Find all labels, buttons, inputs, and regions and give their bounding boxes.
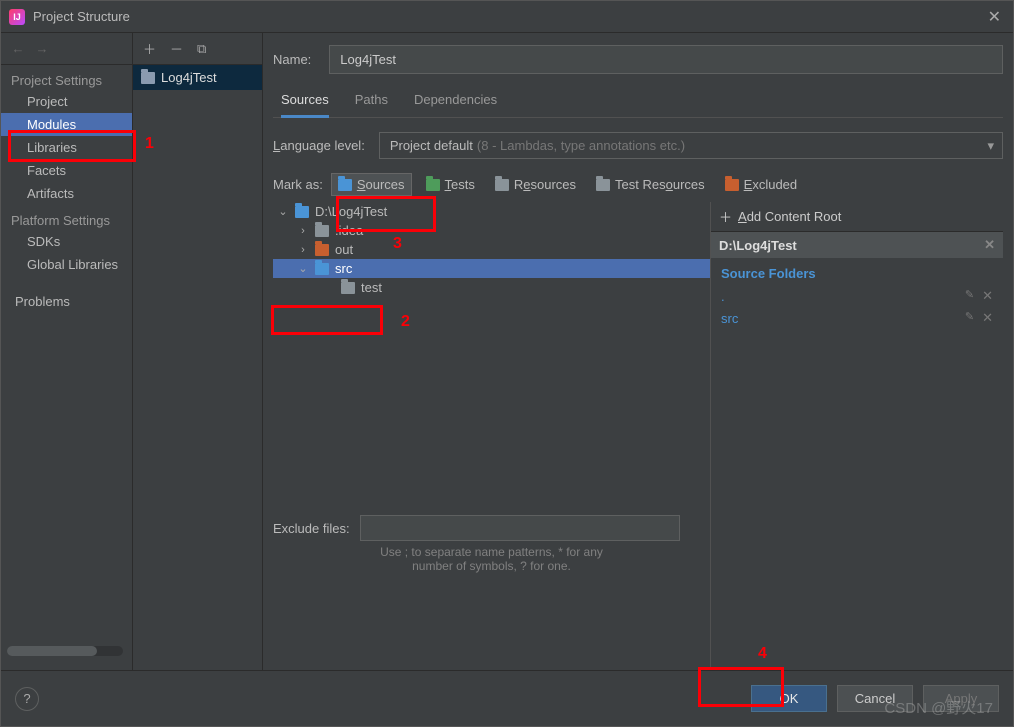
mark-test-resources-button[interactable]: Test Resources — [590, 174, 711, 195]
language-level-label: LLanguage level:anguage level: — [273, 138, 365, 153]
close-icon[interactable]: ✕ — [982, 288, 993, 304]
tree-item-idea[interactable]: ›.idea — [273, 221, 710, 240]
close-icon[interactable]: ✕ — [984, 237, 995, 253]
nav-back-icon[interactable]: ← — [9, 41, 27, 56]
sidebar-scrollbar[interactable] — [7, 646, 123, 656]
source-folders-header: Source Folders — [711, 258, 1003, 285]
sidebar-item-project[interactable]: Project — [1, 90, 132, 113]
test-resources-folder-icon — [596, 179, 610, 191]
close-icon[interactable]: ✕ — [982, 310, 993, 326]
add-module-icon[interactable]: ＋ — [143, 39, 156, 58]
tab-dependencies[interactable]: Dependencies — [414, 92, 497, 117]
dialog-footer: ? OK Cancel Apply — [1, 670, 1013, 726]
exclude-hint: Use ; to separate name patterns, * for a… — [273, 545, 710, 573]
help-button[interactable]: ? — [15, 687, 39, 711]
tree-item-out[interactable]: ›out — [273, 240, 710, 259]
sidebar-item-global-libraries[interactable]: Global Libraries — [1, 253, 132, 276]
tree-root[interactable]: ⌄D:\Log4jTest — [273, 202, 710, 221]
content-roots-panel: ＋Add Content Root D:\Log4jTest✕ Source F… — [710, 202, 1003, 670]
chevron-down-icon: ▾ — [987, 138, 994, 154]
ok-button[interactable]: OK — [751, 685, 827, 712]
app-icon: IJ — [9, 9, 25, 25]
exclude-files-input[interactable] — [360, 515, 680, 541]
folder-icon — [295, 206, 309, 218]
module-editor: Name: Sources Paths Dependencies LLangua… — [263, 33, 1013, 670]
folder-icon — [315, 225, 329, 237]
sidebar-item-problems[interactable]: Problems — [1, 290, 132, 313]
source-folder-entry[interactable]: .✎✕ — [711, 285, 1003, 307]
mark-as-label: Mark as: — [273, 177, 323, 192]
settings-sidebar: ← → Project Settings Project Modules Lib… — [1, 33, 133, 670]
mark-excluded-button[interactable]: Excluded — [719, 174, 803, 195]
resources-folder-icon — [495, 179, 509, 191]
content-root-path[interactable]: D:\Log4jTest✕ — [711, 232, 1003, 258]
language-level-hint: (8 - Lambdas, type annotations etc.) — [477, 138, 685, 153]
mark-tests-button[interactable]: Tests — [420, 174, 481, 195]
nav-forward-icon[interactable]: → — [33, 41, 51, 56]
cancel-button[interactable]: Cancel — [837, 685, 913, 712]
add-content-root-button[interactable]: ＋Add Content Root — [711, 202, 1003, 232]
window-title: Project Structure — [33, 9, 984, 24]
excluded-folder-icon — [725, 179, 739, 191]
modules-panel: ＋ － ⧉ Log4jTest — [133, 33, 263, 670]
edit-icon[interactable]: ✎ — [965, 288, 974, 304]
close-icon[interactable]: ✕ — [984, 7, 1005, 27]
chevron-right-icon: › — [297, 225, 309, 237]
remove-module-icon[interactable]: － — [170, 39, 183, 58]
edit-icon[interactable]: ✎ — [965, 310, 974, 326]
sidebar-item-artifacts[interactable]: Artifacts — [1, 182, 132, 205]
tests-folder-icon — [426, 179, 440, 191]
sidebar-section-platform: Platform Settings — [1, 205, 132, 230]
name-input[interactable] — [329, 45, 1003, 74]
folder-icon — [315, 263, 329, 275]
module-item[interactable]: Log4jTest — [133, 65, 262, 90]
exclude-files-label: Exclude files: — [273, 521, 350, 536]
chevron-down-icon: ⌄ — [297, 262, 309, 275]
module-item-label: Log4jTest — [161, 70, 217, 85]
module-tabs: Sources Paths Dependencies — [273, 92, 1003, 118]
name-label: Name: — [273, 52, 311, 67]
tab-paths[interactable]: Paths — [355, 92, 388, 117]
folder-icon — [341, 282, 355, 294]
titlebar: IJ Project Structure ✕ — [1, 1, 1013, 33]
sidebar-item-sdks[interactable]: SDKs — [1, 230, 132, 253]
mark-sources-button[interactable]: Sources — [331, 173, 412, 196]
sidebar-item-facets[interactable]: Facets — [1, 159, 132, 182]
tree-item-test[interactable]: test — [273, 278, 710, 297]
sidebar-item-modules[interactable]: Modules — [1, 113, 132, 136]
language-level-select[interactable]: Project default (8 - Lambdas, type annot… — [379, 132, 1003, 159]
sidebar-item-libraries[interactable]: Libraries — [1, 136, 132, 159]
tab-sources[interactable]: Sources — [281, 92, 329, 118]
plus-icon: ＋ — [719, 207, 732, 226]
language-level-value: Project default — [390, 138, 473, 153]
mark-resources-button[interactable]: Resources — [489, 174, 582, 195]
source-folder-entry[interactable]: src✎✕ — [711, 307, 1003, 329]
source-tree: ⌄D:\Log4jTest ›.idea ›out ⌄src test Excl… — [273, 202, 710, 670]
apply-button[interactable]: Apply — [923, 685, 999, 712]
copy-module-icon[interactable]: ⧉ — [197, 41, 206, 57]
chevron-down-icon: ⌄ — [277, 205, 289, 218]
chevron-right-icon: › — [297, 244, 309, 256]
module-folder-icon — [141, 72, 155, 84]
folder-icon — [315, 244, 329, 256]
tree-item-src[interactable]: ⌄src — [273, 259, 710, 278]
sources-folder-icon — [338, 179, 352, 191]
sidebar-section-project: Project Settings — [1, 65, 132, 90]
